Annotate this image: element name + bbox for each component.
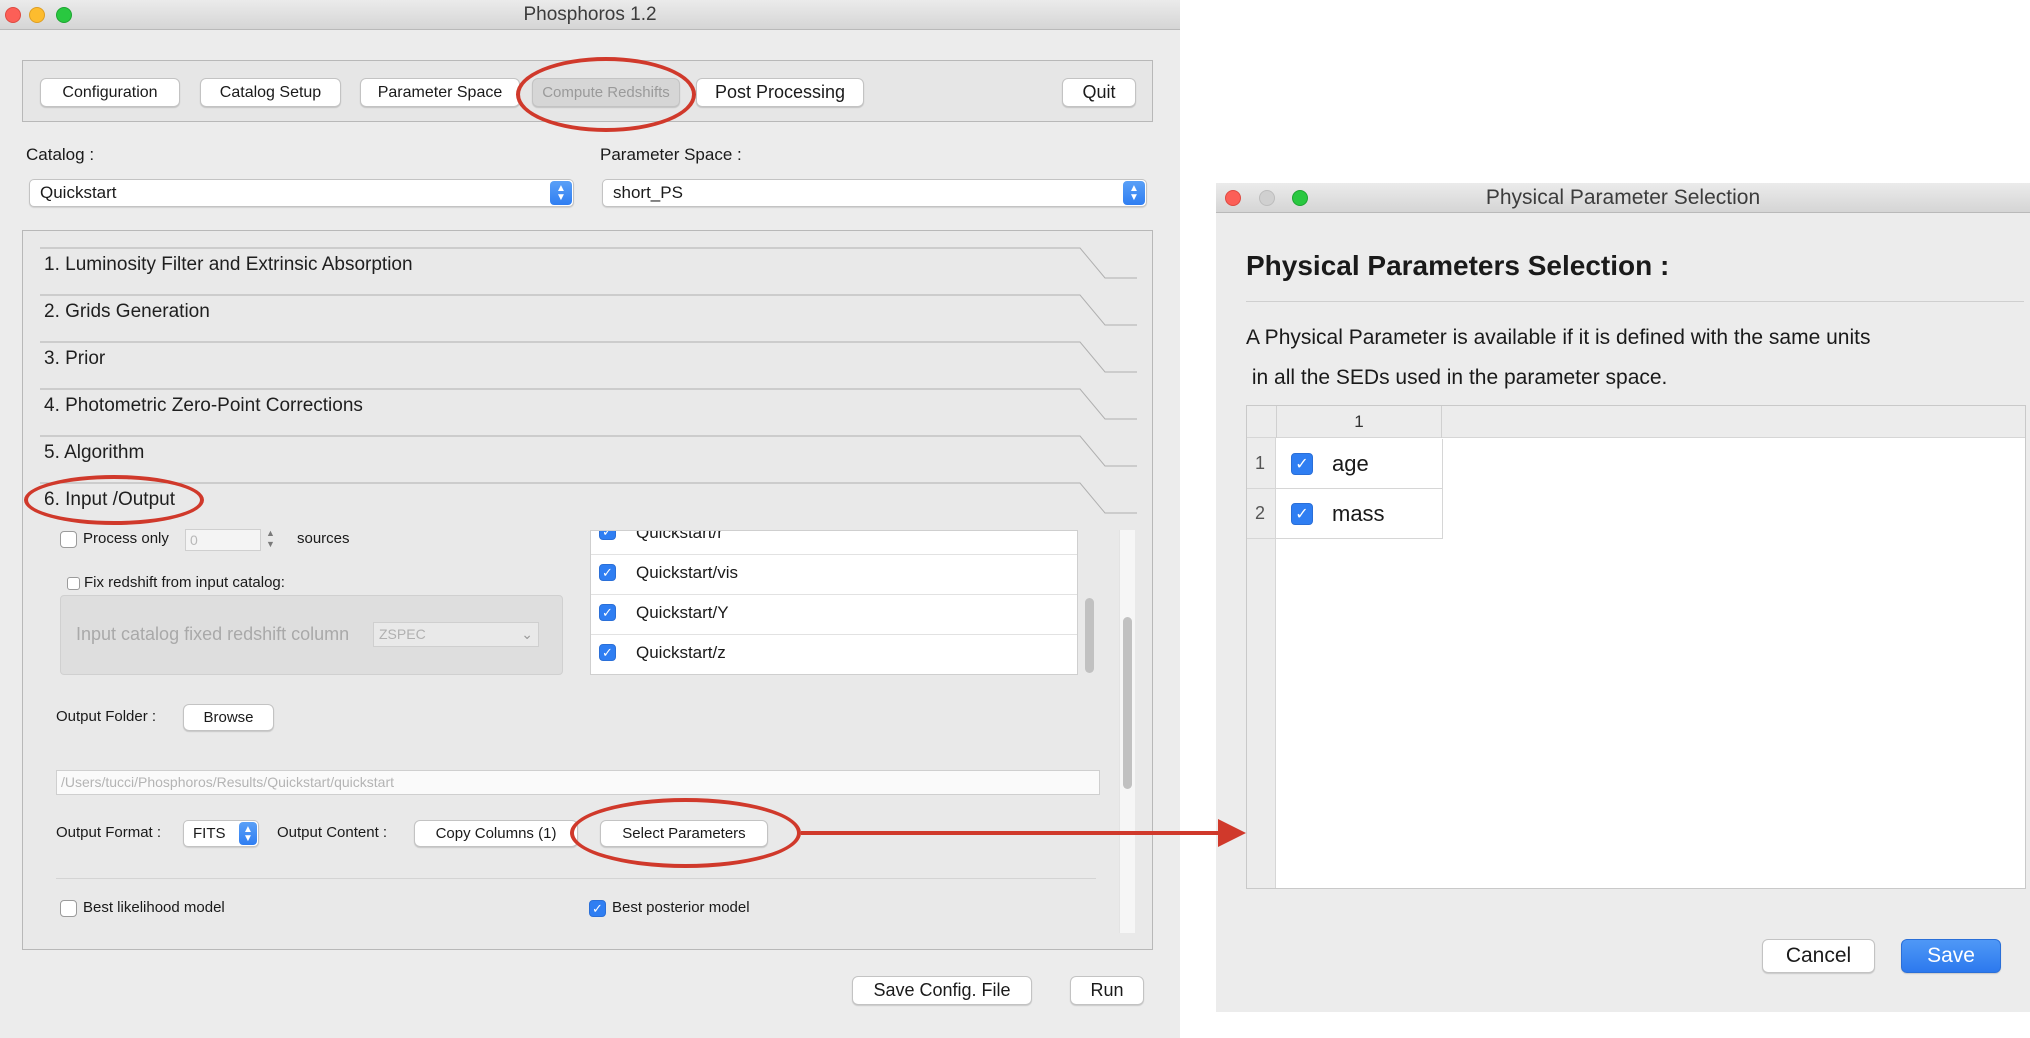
annotation-arrow-icon	[801, 819, 1246, 847]
